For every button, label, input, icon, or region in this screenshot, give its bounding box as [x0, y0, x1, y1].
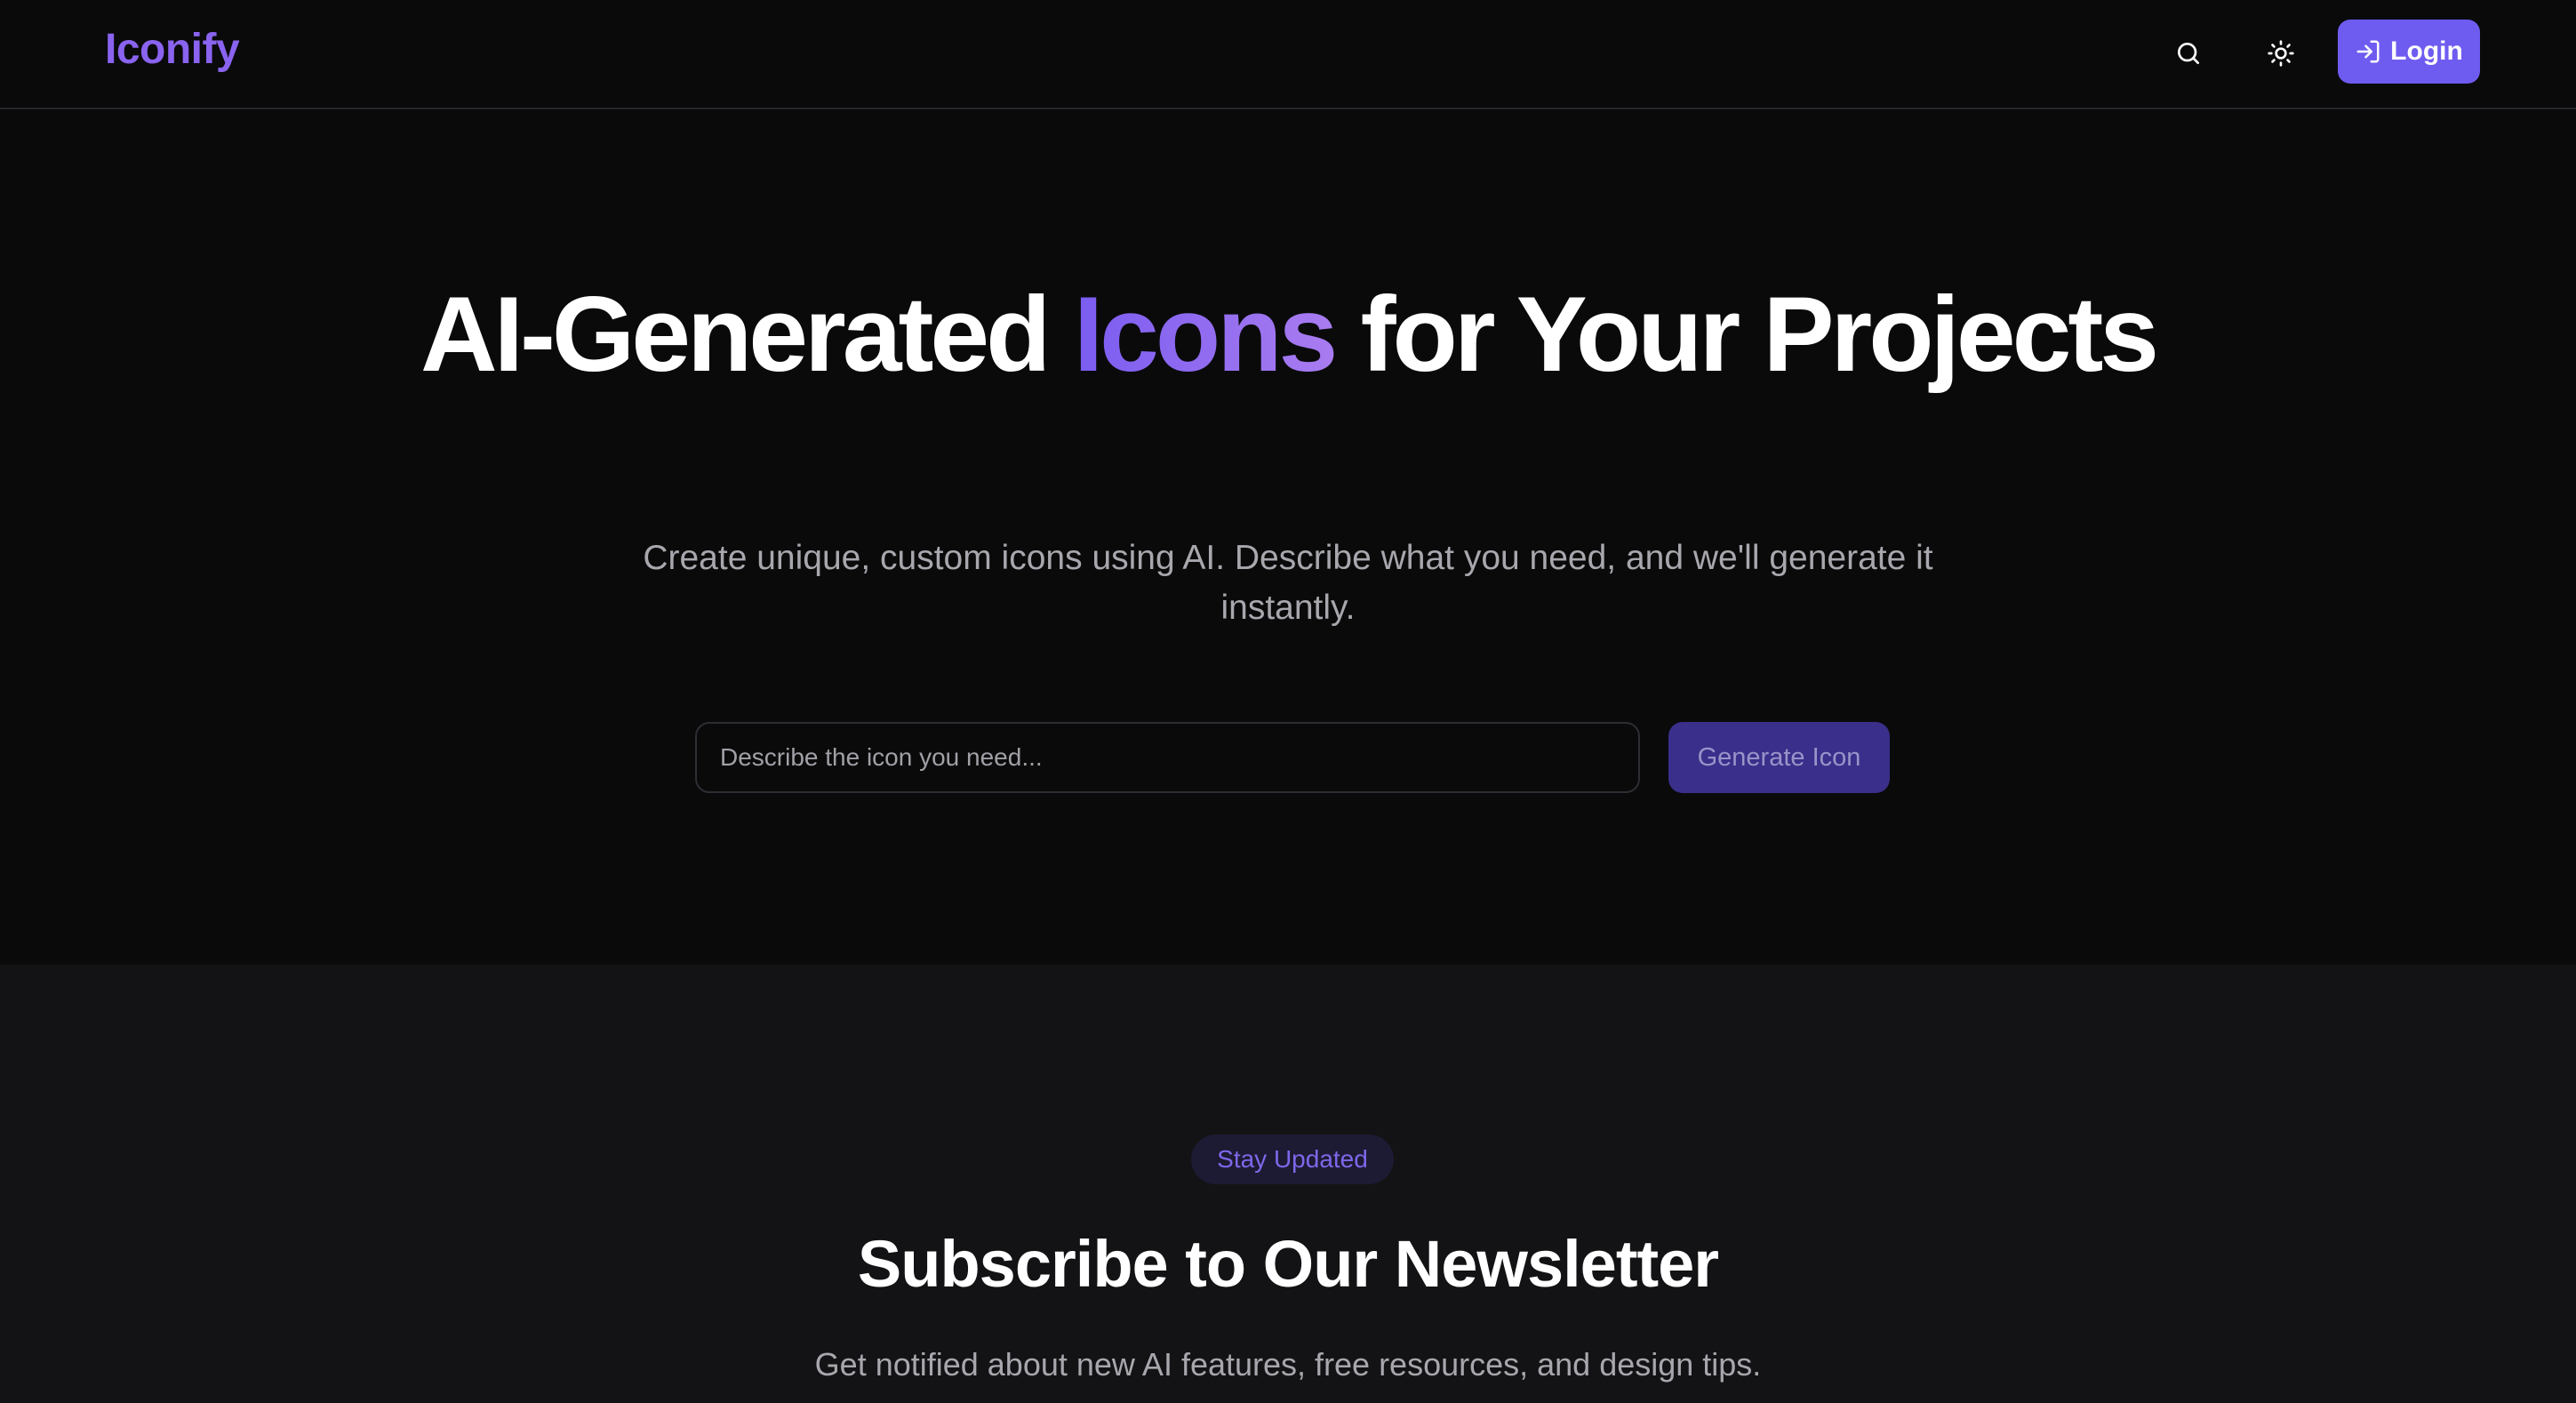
theme-toggle-button[interactable]: [2252, 25, 2309, 82]
hero-title-accent: Icons: [1073, 275, 1338, 394]
badge-label: Stay Updated: [1217, 1145, 1368, 1173]
hero-subtitle: Create unique, custom icons using AI. De…: [643, 539, 1933, 627]
hero-section: AI-Generated Icons for Your Projects Cre…: [0, 111, 2576, 965]
generate-icon-label: Generate Icon: [1697, 742, 1861, 772]
hero-title: AI-Generated Icons for Your Projects: [399, 280, 2177, 389]
hero-title-part2: for Your Projects: [1334, 275, 2159, 394]
sun-icon: [2268, 40, 2294, 67]
login-icon: [2356, 40, 2380, 63]
login-button[interactable]: Login: [2338, 20, 2480, 84]
top-navbar: Iconify Login: [0, 0, 2576, 109]
newsletter-subtitle: Get notified about new AI features, free…: [814, 1346, 1762, 1383]
icon-prompt-input[interactable]: [695, 722, 1640, 793]
stay-updated-badge: Stay Updated: [1191, 1134, 1394, 1184]
generate-icon-button[interactable]: Generate Icon: [1668, 722, 1890, 793]
login-label: Login: [2390, 36, 2463, 66]
newsletter-title: Subscribe to Our Newsletter: [857, 1227, 1719, 1301]
newsletter-section: Stay Updated Subscribe to Our Newsletter…: [0, 965, 2576, 1403]
search-icon: [2178, 43, 2199, 64]
search-button[interactable]: [2160, 25, 2217, 82]
logo[interactable]: Iconify: [105, 25, 240, 74]
hero-title-part1: AI-Generated: [420, 275, 1074, 394]
